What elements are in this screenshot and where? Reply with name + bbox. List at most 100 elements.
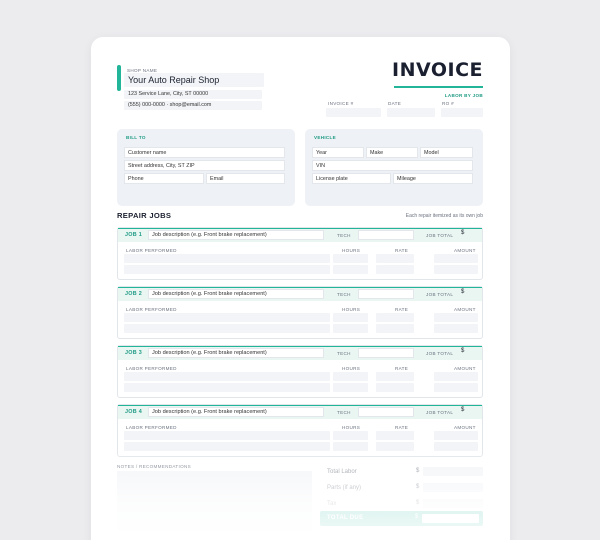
job-description-field[interactable]: Job description (e.g. Front brake replac… bbox=[148, 289, 324, 299]
tax-currency: $ bbox=[416, 500, 420, 506]
rate-header: RATE bbox=[395, 425, 409, 430]
amount-field[interactable] bbox=[434, 372, 478, 381]
plate-field[interactable]: License plate bbox=[312, 173, 391, 184]
mileage-field[interactable]: Mileage bbox=[393, 173, 473, 184]
job-label: JOB 1 bbox=[125, 232, 143, 238]
job-description-field[interactable]: Job description (e.g. Front brake replac… bbox=[148, 407, 324, 417]
job-description: Job description (e.g. Front brake replac… bbox=[152, 350, 267, 356]
total-due-label: TOTAL DUE bbox=[327, 515, 364, 521]
rate-field[interactable] bbox=[376, 431, 414, 440]
job-total-label: JOB TOTAL bbox=[426, 410, 454, 415]
tech-label: TECH bbox=[337, 351, 351, 356]
year-field[interactable]: Year bbox=[312, 147, 364, 158]
tax-label: Tax bbox=[327, 501, 337, 507]
labor-line-field[interactable] bbox=[124, 383, 330, 392]
hours-header: HOURS bbox=[342, 248, 361, 253]
rate-field[interactable] bbox=[376, 383, 414, 392]
amount-field[interactable] bbox=[434, 313, 478, 322]
title-underline bbox=[394, 86, 483, 88]
street-placeholder: Street address, City, ST ZIP bbox=[128, 163, 195, 169]
amount-field[interactable] bbox=[434, 324, 478, 333]
rate-field[interactable] bbox=[376, 313, 414, 322]
amount-field[interactable] bbox=[434, 442, 478, 451]
labor-performed-header: LABOR PERFORMED bbox=[126, 248, 177, 253]
amount-field[interactable] bbox=[434, 431, 478, 440]
address-field[interactable]: 123 Service Lane, City, ST 00000 bbox=[124, 90, 262, 99]
notes-label: NOTES / RECOMMENDATIONS bbox=[117, 464, 191, 469]
ro-field[interactable] bbox=[441, 108, 483, 117]
hours-field[interactable] bbox=[333, 431, 368, 440]
amount-field[interactable] bbox=[434, 383, 478, 392]
contact-field[interactable]: (555) 000-0000 · shop@email.com bbox=[124, 101, 262, 110]
repair-jobs-title: REPAIR JOBS bbox=[117, 211, 172, 220]
rate-field[interactable] bbox=[376, 254, 414, 263]
tech-field[interactable] bbox=[358, 289, 414, 299]
labor-line-field[interactable] bbox=[124, 313, 330, 322]
tech-field[interactable] bbox=[358, 348, 414, 358]
hours-header: HOURS bbox=[342, 425, 361, 430]
amount-header: AMOUNT bbox=[454, 366, 476, 371]
shop-address: 123 Service Lane, City, ST 00000 bbox=[128, 91, 209, 97]
email-field[interactable]: Email bbox=[206, 173, 285, 184]
labor-line-field[interactable] bbox=[124, 442, 330, 451]
make-field[interactable]: Make bbox=[366, 147, 418, 158]
amount-field[interactable] bbox=[434, 254, 478, 263]
job-total-currency: $ bbox=[461, 407, 465, 413]
rate-field[interactable] bbox=[376, 372, 414, 381]
parts-currency: $ bbox=[416, 484, 420, 490]
job-card: JOB 1 Job description (e.g. Front brake … bbox=[117, 227, 483, 280]
hours-field[interactable] bbox=[333, 383, 368, 392]
job-total-currency: $ bbox=[461, 289, 465, 295]
labor-performed-header: LABOR PERFORMED bbox=[126, 425, 177, 430]
job-total-label: JOB TOTAL bbox=[426, 233, 454, 238]
mileage-placeholder: Mileage bbox=[397, 176, 416, 182]
phone-field[interactable]: Phone bbox=[124, 173, 204, 184]
total-due-field[interactable] bbox=[422, 514, 479, 523]
amount-header: AMOUNT bbox=[454, 307, 476, 312]
labor-line-field[interactable] bbox=[124, 372, 330, 381]
rate-header: RATE bbox=[395, 366, 409, 371]
amount-field[interactable] bbox=[434, 265, 478, 274]
hours-header: HOURS bbox=[342, 307, 361, 312]
labor-line-field[interactable] bbox=[124, 265, 330, 274]
date-field[interactable] bbox=[387, 108, 435, 117]
labor-performed-header: LABOR PERFORMED bbox=[126, 307, 177, 312]
total-labor-field[interactable] bbox=[423, 467, 483, 476]
street-field[interactable]: Street address, City, ST ZIP bbox=[124, 160, 285, 171]
hours-field[interactable] bbox=[333, 372, 368, 381]
hours-field[interactable] bbox=[333, 442, 368, 451]
bill-to-label: BILL TO bbox=[126, 135, 146, 140]
hours-field[interactable] bbox=[333, 265, 368, 274]
vin-placeholder: VIN bbox=[316, 163, 325, 169]
total-labor-label: Total Labor bbox=[327, 469, 357, 475]
tech-label: TECH bbox=[337, 410, 351, 415]
customer-name-field[interactable]: Customer name bbox=[124, 147, 285, 158]
hours-header: HOURS bbox=[342, 366, 361, 371]
rate-field[interactable] bbox=[376, 324, 414, 333]
tax-field[interactable] bbox=[423, 499, 483, 508]
job-description-field[interactable]: Job description (e.g. Front brake replac… bbox=[148, 230, 324, 240]
amount-header: AMOUNT bbox=[454, 425, 476, 430]
vin-field[interactable]: VIN bbox=[312, 160, 473, 171]
phone-placeholder: Phone bbox=[128, 176, 144, 182]
model-field[interactable]: Model bbox=[420, 147, 473, 158]
tech-field[interactable] bbox=[358, 407, 414, 417]
job-card: JOB 4 Job description (e.g. Front brake … bbox=[117, 404, 483, 457]
invoice-number-field[interactable] bbox=[326, 108, 381, 117]
parts-field[interactable] bbox=[423, 483, 483, 492]
shop-contact: (555) 000-0000 · shop@email.com bbox=[128, 102, 212, 108]
job-label: JOB 4 bbox=[125, 409, 143, 415]
hours-field[interactable] bbox=[333, 254, 368, 263]
rate-field[interactable] bbox=[376, 265, 414, 274]
hours-field[interactable] bbox=[333, 324, 368, 333]
job-description-field[interactable]: Job description (e.g. Front brake replac… bbox=[148, 348, 324, 358]
labor-line-field[interactable] bbox=[124, 254, 330, 263]
labor-line-field[interactable] bbox=[124, 431, 330, 440]
repair-jobs-note: Each repair itemized as its own job bbox=[405, 213, 483, 219]
labor-line-field[interactable] bbox=[124, 324, 330, 333]
tech-field[interactable] bbox=[358, 230, 414, 240]
hours-field[interactable] bbox=[333, 313, 368, 322]
amount-header: AMOUNT bbox=[454, 248, 476, 253]
rate-field[interactable] bbox=[376, 442, 414, 451]
notes-field[interactable] bbox=[117, 471, 312, 531]
